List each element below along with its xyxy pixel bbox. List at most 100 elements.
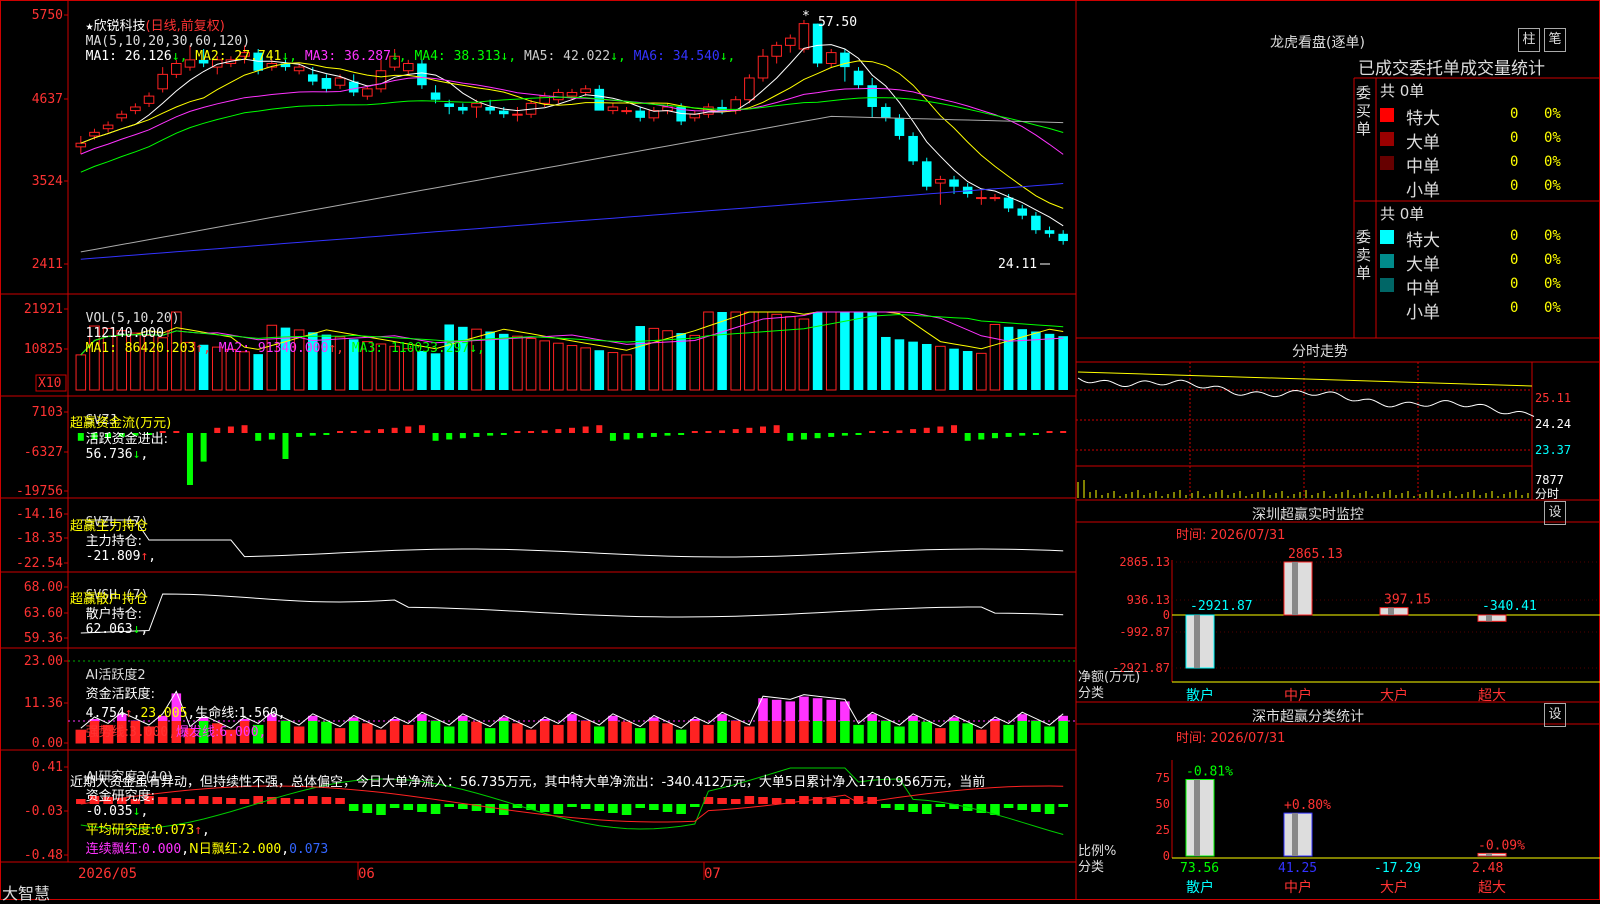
ai2-bar — [745, 796, 755, 804]
svzj-bar — [583, 427, 589, 434]
ai1-life-name: 生命线: — [195, 706, 238, 721]
svzj-bar — [555, 429, 561, 433]
svzj-bar — [910, 429, 916, 433]
buy-row-0: 特大00% — [1380, 104, 1570, 126]
sz-class-value-label: 41.25 — [1278, 861, 1317, 876]
ai2-red-name: 连续飘红: — [86, 842, 142, 857]
ai2-bar — [663, 804, 673, 812]
ai2-bar — [444, 804, 454, 807]
sz-monitor-settings-button[interactable]: 设 — [1544, 501, 1566, 525]
candle-body — [772, 45, 782, 56]
svzj-bar — [801, 433, 807, 440]
svzj-bar — [569, 428, 575, 433]
candle-body — [144, 96, 154, 103]
candle-body — [786, 38, 796, 45]
candle-body — [1017, 208, 1027, 215]
ai1-bar-lower — [499, 721, 509, 743]
svzj-bar — [528, 431, 534, 433]
vol-ma2-arrow: ↑, — [328, 341, 351, 356]
ai2-bar — [567, 804, 577, 807]
vol-ma3-value: 110033.297 — [391, 341, 469, 356]
svzj-bar — [719, 430, 725, 433]
ai2-bar — [335, 798, 345, 804]
candle-body — [376, 71, 386, 89]
ai1-bar-lower — [1017, 721, 1027, 743]
date-label: 07 — [704, 866, 721, 882]
svzj-bar — [624, 433, 630, 440]
volume-bar — [990, 324, 1000, 390]
sz-class-settings-button[interactable]: 设 — [1544, 703, 1566, 727]
svzj-bar — [815, 433, 821, 438]
svzj-bar — [378, 429, 384, 433]
ai1-bar-lower — [608, 721, 618, 743]
ai1-bar — [485, 729, 495, 743]
ai2-name: 资金研究度: — [86, 789, 155, 804]
ai1-burst-name: 爆发线: — [176, 725, 219, 740]
svsh-ytick: 63.60 — [24, 606, 63, 621]
volume-bar — [963, 351, 973, 390]
svzj-bar — [214, 428, 220, 433]
volume-bar — [635, 326, 645, 390]
stock-name[interactable]: 欣锐科技 — [93, 19, 145, 34]
vol-label: VOL(5,10,20) — [86, 311, 180, 326]
bar-mode-button[interactable]: 柱 — [1518, 28, 1540, 52]
tick-mode-button[interactable]: 笔 — [1544, 28, 1566, 52]
intraday-title: 分时走势 — [1292, 341, 1348, 361]
price-legend: ★欣锐科技(日线,前复权) MA(5,10,20,30,60,120) MA1:… — [70, 0, 743, 64]
svzj-bar — [282, 433, 288, 459]
ai1-strong: 3.000 — [129, 725, 168, 740]
svzj-bar — [842, 433, 848, 436]
ma3-arrow: ↓, — [391, 49, 414, 64]
ai1-strong-name: 强势线: — [86, 725, 129, 740]
sz-class-ytick: 75 — [1156, 771, 1170, 785]
candle-body — [103, 125, 113, 129]
volume-bar — [1004, 327, 1014, 390]
vol-ytick: 10825 — [24, 342, 63, 357]
ai2-bar — [690, 804, 700, 807]
ai2-bar — [622, 804, 632, 815]
ai1-bar-lower — [758, 721, 768, 743]
ma6-arrow: ↓, — [720, 49, 743, 64]
ma4-name: MA4: — [414, 49, 453, 64]
period-mode[interactable]: (日线,前复权) — [146, 19, 225, 34]
sz-class-category: 大户 — [1380, 879, 1408, 896]
ai2-bar — [581, 804, 591, 809]
ai1-bar — [1004, 725, 1014, 743]
volume-bar — [417, 351, 427, 390]
vol-ma3-name: MA3: — [352, 341, 391, 356]
ai1-bar-lower — [390, 721, 400, 743]
vol-ma1-arrow: ↑, — [195, 341, 218, 356]
svzj-bar — [978, 433, 984, 440]
ai1-bar-lower — [649, 721, 659, 743]
row-name: 小单 — [1406, 176, 1440, 201]
sz-monitor-value-label: 397.15 — [1384, 593, 1431, 608]
ai2-red: 0.000 — [142, 842, 181, 857]
price-ytick: 4637 — [32, 92, 63, 107]
ai2-bar — [758, 797, 768, 804]
ai2-bar — [936, 804, 946, 807]
ai1-bar — [676, 730, 686, 743]
row-pct: 0% — [1544, 154, 1561, 170]
ma3-name: MA3: — [305, 49, 344, 64]
ai1-bar-lower — [990, 721, 1000, 743]
candle-body — [1058, 234, 1068, 241]
ai1-bar-lower — [908, 721, 918, 743]
ai1-bar-upper — [799, 697, 809, 721]
date-label: 2026/05 — [78, 866, 137, 882]
volume-bar — [499, 334, 509, 390]
ai1-arrow: ↑ — [125, 706, 133, 721]
ma6-name: MA6: — [634, 49, 673, 64]
candle-body — [308, 74, 318, 81]
svzj-bar — [405, 427, 411, 434]
svzj-name: 活跃资金进出: — [86, 432, 168, 447]
svzj-bar — [173, 431, 179, 433]
sz-class-bar-shade — [1292, 813, 1298, 856]
row-name: 大单 — [1406, 250, 1440, 275]
ai2-bar — [908, 804, 918, 812]
svzj-bar — [433, 433, 439, 441]
intraday-ytick: 25.11 — [1535, 391, 1571, 405]
intraday-unit: 分时 — [1535, 487, 1559, 501]
svzj-bar — [460, 433, 466, 438]
volume-bar — [253, 354, 263, 390]
volume-bar — [240, 352, 250, 390]
